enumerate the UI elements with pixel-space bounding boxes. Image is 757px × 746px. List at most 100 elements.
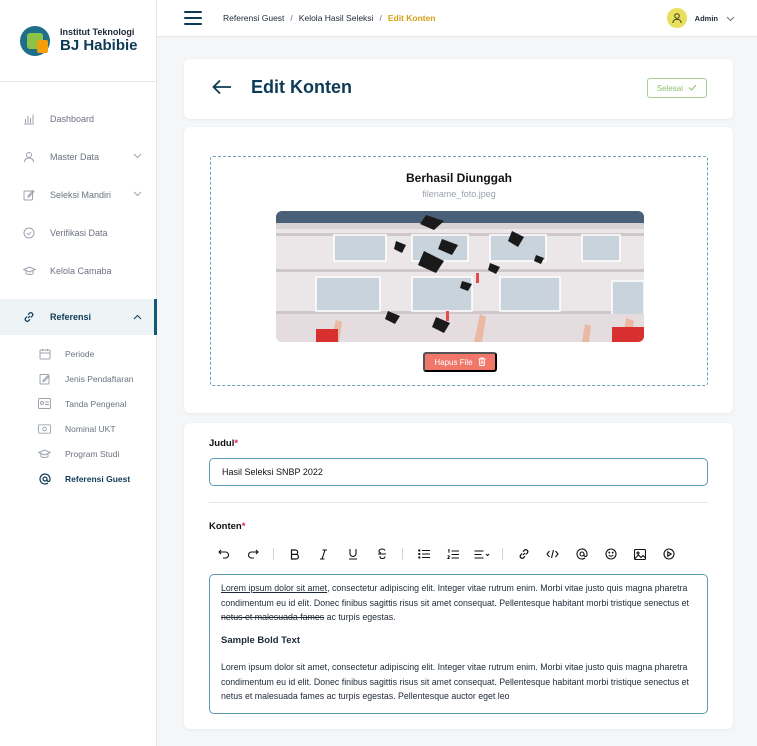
money-icon: [38, 422, 51, 435]
sidebar: Institut Teknologi BJ Habibie Dashboard …: [0, 0, 157, 746]
sidebar-item-label: Kelola Camaba: [50, 266, 112, 276]
underlined-text: Lorem ipsum dolor sit amet: [221, 583, 328, 593]
link-icon[interactable]: [509, 542, 538, 566]
sidebar-item-label: Verifikasi Data: [50, 228, 108, 238]
chevron-down-icon: [133, 151, 142, 161]
title-label: Judul*: [209, 438, 239, 449]
chart-icon: [22, 112, 36, 126]
emoji-icon[interactable]: [596, 542, 625, 566]
editor-heading: Sample Bold Text: [221, 634, 301, 646]
user-name: Admin: [694, 13, 718, 23]
sidebar-subitem-nominal-ukt[interactable]: Nominal UKT: [0, 416, 156, 441]
editor-paragraph: Lorem ipsum dolor sit amet, consectetur …: [221, 662, 689, 701]
bold-icon[interactable]: [280, 542, 309, 566]
breadcrumb-item[interactable]: Kelola Hasil Seleksi: [299, 13, 374, 23]
divider: [209, 502, 708, 503]
strikethrough-text: netus et malesuada fames: [221, 612, 325, 622]
trash-icon: [478, 357, 486, 368]
topbar: Referensi Guest / Kelola Hasil Seleksi /…: [157, 0, 757, 37]
edit-icon: [22, 188, 36, 202]
sidebar-subitem-periode[interactable]: Periode: [0, 341, 156, 366]
bullet-list-icon[interactable]: [409, 542, 438, 566]
graduation-cap-icon: [38, 447, 51, 460]
toolbar-separator: [273, 548, 274, 560]
sidebar-subitem-label: Jenis Pendaftaran: [65, 373, 134, 384]
code-icon[interactable]: [538, 542, 567, 566]
hamburger-menu-icon[interactable]: [184, 11, 202, 25]
sidebar-subitem-tanda-pengenal[interactable]: Tanda Pengenal: [0, 391, 156, 416]
sidebar-item-master-data[interactable]: Master Data: [0, 138, 156, 176]
avatar: [666, 8, 687, 28]
graduation-cap-icon: [22, 264, 36, 278]
sidebar-nav: Dashboard Master Data Seleksi Mandiri Ve…: [0, 82, 157, 491]
underline-icon[interactable]: [338, 542, 367, 566]
chevron-down-icon: [133, 189, 142, 199]
breadcrumb-current: Edit Konten: [387, 13, 436, 23]
undo-icon[interactable]: [209, 542, 238, 566]
at-sign-icon: [38, 472, 51, 485]
sidebar-item-kelola-camaba[interactable]: Kelola Camaba: [0, 252, 156, 290]
content-form-card: Judul* Konten* Lorem ipsum dolor sit ame…: [184, 423, 733, 729]
rich-text-editor[interactable]: Lorem ipsum dolor sit amet, consectetur …: [209, 574, 708, 714]
sidebar-item-verifikasi-data[interactable]: Verifikasi Data: [0, 214, 156, 252]
calendar-icon: [38, 347, 51, 360]
remove-file-label: Hapus File: [434, 357, 473, 367]
link-icon: [22, 310, 36, 324]
breadcrumb-separator: /: [290, 13, 293, 23]
upload-card: Berhasil Diunggah filename_foto.jpeg Hap…: [184, 127, 733, 413]
numbered-list-icon[interactable]: [438, 542, 467, 566]
user-menu[interactable]: Admin: [666, 8, 735, 28]
editor-paragraph: Lorem ipsum dolor sit amet, consectetur …: [221, 583, 689, 622]
align-icon[interactable]: [467, 542, 496, 566]
strikethrough-icon[interactable]: [367, 542, 396, 566]
remove-file-button[interactable]: Hapus File: [423, 352, 497, 372]
content-label: Konten*: [209, 521, 246, 532]
image-icon[interactable]: [625, 542, 654, 566]
page-header-card: Edit Konten Selesai: [184, 59, 733, 119]
toolbar-separator: [402, 548, 403, 560]
sidebar-subitem-label: Program Studi: [65, 448, 120, 459]
sidebar-item-label: Dashboard: [50, 114, 95, 124]
sidebar-item-label: Referensi: [50, 312, 92, 322]
sidebar-subitem-referensi-guest[interactable]: Referensi Guest: [0, 466, 156, 491]
back-arrow-icon[interactable]: [212, 79, 232, 100]
logo-big-text: BJ Habibie: [60, 37, 138, 54]
id-card-icon: [38, 397, 51, 410]
breadcrumb-separator: /: [379, 13, 382, 23]
done-button-label: Selesai: [656, 83, 683, 93]
breadcrumb-item[interactable]: Referensi Guest: [223, 13, 284, 23]
check-circle-icon: [22, 226, 36, 240]
toolbar-separator: [502, 548, 503, 560]
check-icon: [688, 84, 697, 93]
page-title: Edit Konten: [251, 77, 352, 97]
upload-filename: filename_foto.jpeg: [422, 189, 496, 199]
sidebar-item-label: Master Data: [50, 152, 100, 162]
mention-icon[interactable]: [567, 542, 596, 566]
redo-icon[interactable]: [238, 542, 267, 566]
sidebar-subitem-label: Tanda Pengenal: [65, 398, 127, 409]
sidebar-subitem-program-studi[interactable]: Program Studi: [0, 441, 156, 466]
sidebar-item-referensi[interactable]: Referensi: [0, 299, 157, 335]
sidebar-item-label: Seleksi Mandiri: [50, 190, 112, 200]
upload-status: Berhasil Diunggah: [405, 171, 512, 185]
user-icon: [22, 150, 36, 164]
chevron-up-icon: [133, 312, 142, 322]
sidebar-subitem-label: Nominal UKT: [65, 423, 116, 434]
done-button[interactable]: Selesai: [646, 78, 707, 98]
sidebar-subitem-label: Periode: [65, 348, 95, 359]
edit-doc-icon: [38, 372, 51, 385]
logo-icon: [20, 25, 50, 56]
sidebar-subitem-jenis-pendaftaran[interactable]: Jenis Pendaftaran: [0, 366, 156, 391]
title-input[interactable]: [209, 458, 708, 486]
logo[interactable]: Institut Teknologi BJ Habibie: [0, 0, 156, 82]
editor-toolbar: [209, 542, 708, 566]
video-icon[interactable]: [654, 542, 683, 566]
breadcrumb: Referensi Guest / Kelola Hasil Seleksi /…: [223, 13, 436, 23]
file-dropzone[interactable]: Berhasil Diunggah filename_foto.jpeg Hap…: [210, 156, 708, 386]
sidebar-subitem-label: Referensi Guest: [65, 473, 131, 484]
chevron-down-icon: [726, 9, 735, 27]
italic-icon[interactable]: [309, 542, 338, 566]
sidebar-item-dashboard[interactable]: Dashboard: [0, 100, 156, 138]
sidebar-item-seleksi-mandiri[interactable]: Seleksi Mandiri: [0, 176, 156, 214]
referensi-submenu: Periode Jenis Pendaftaran Tanda Pengenal…: [0, 335, 156, 491]
